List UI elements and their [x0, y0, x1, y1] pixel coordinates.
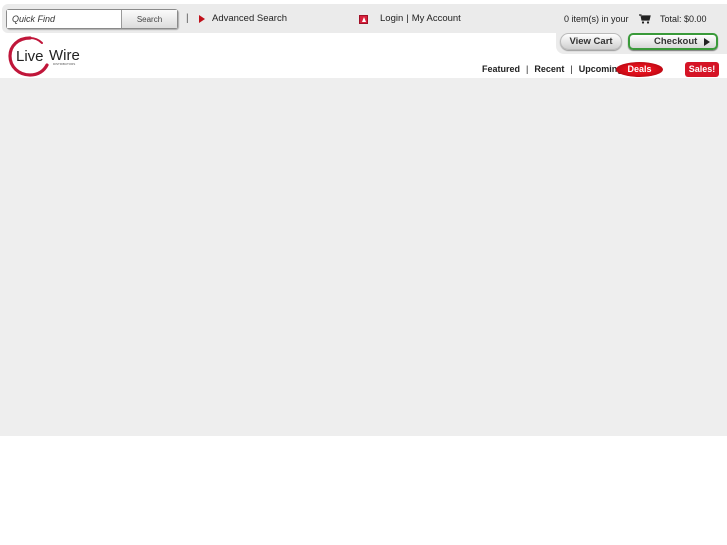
login-icon: [359, 15, 368, 24]
separator: |: [406, 13, 409, 24]
separator: |: [570, 64, 573, 74]
my-account-link[interactable]: My Account: [412, 13, 461, 24]
quick-find-input[interactable]: [7, 10, 121, 28]
main-nav: Featured | Recent | Upcoming: [482, 64, 623, 74]
arrow-right-icon: [199, 15, 205, 23]
nav-featured[interactable]: Featured: [482, 64, 520, 74]
account-links: Login | My Account: [380, 13, 461, 24]
login-link[interactable]: Login: [380, 13, 403, 24]
cart-item-count: 0 item(s) in your: [564, 14, 629, 24]
separator: |: [526, 64, 529, 74]
nav-recent[interactable]: Recent: [534, 64, 564, 74]
deals-badge[interactable]: Deals: [616, 62, 663, 77]
cart-total: Total: $0.00: [660, 14, 707, 24]
logo-text-live: Live: [16, 48, 44, 65]
sales-badge[interactable]: Sales!: [685, 62, 719, 77]
quick-find-form: Search: [6, 9, 178, 29]
separator: |: [186, 13, 189, 24]
main-content: [0, 78, 727, 436]
shopping-cart-icon: [639, 14, 651, 24]
livewire-logo[interactable]: Live Wire DISTRIBUTORS: [8, 34, 92, 78]
logo-tagline: DISTRIBUTORS: [53, 62, 75, 66]
advanced-search-link[interactable]: Advanced Search: [212, 13, 287, 24]
checkout-label: Checkout: [654, 36, 698, 47]
play-arrow-icon: [704, 38, 710, 46]
view-cart-button[interactable]: View Cart: [560, 33, 622, 50]
checkout-button[interactable]: Checkout: [628, 33, 718, 50]
search-button[interactable]: Search: [121, 10, 177, 28]
